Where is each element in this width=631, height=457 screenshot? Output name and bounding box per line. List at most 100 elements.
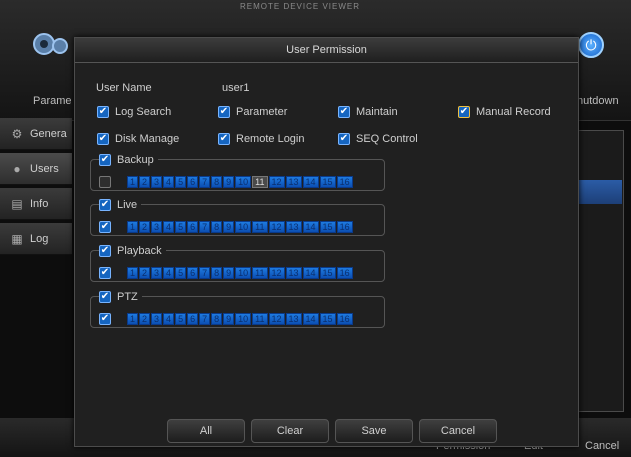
channel-1-toggle[interactable]: 1 bbox=[127, 221, 139, 233]
group-title[interactable]: ✔ PTZ bbox=[99, 291, 142, 303]
group-title[interactable]: ✔ Playback bbox=[99, 245, 166, 257]
perm-remote-login[interactable]: ✔ Remote Login bbox=[218, 133, 305, 145]
sidebar-item-users[interactable]: ● Users bbox=[0, 153, 72, 185]
channel-7-toggle[interactable]: 7 bbox=[199, 221, 211, 233]
channel-14-toggle[interactable]: 14 bbox=[302, 313, 319, 325]
channel-8-toggle[interactable]: 8 bbox=[211, 313, 223, 325]
channel-14-toggle[interactable]: 14 bbox=[302, 176, 319, 188]
checkbox-checked-icon[interactable]: ✔ bbox=[338, 106, 350, 118]
channel-15-toggle[interactable]: 15 bbox=[319, 221, 336, 233]
channel-5-toggle[interactable]: 5 bbox=[175, 313, 187, 325]
channel-16-toggle[interactable]: 16 bbox=[336, 221, 353, 233]
channel-4-toggle[interactable]: 4 bbox=[163, 313, 175, 325]
checkbox-checked-icon[interactable]: ✔ bbox=[97, 133, 109, 145]
checkbox-checked-icon[interactable]: ✔ bbox=[99, 245, 111, 257]
checkbox-checked-icon[interactable]: ✔ bbox=[99, 221, 111, 233]
channel-9-toggle[interactable]: 9 bbox=[223, 176, 235, 188]
channel-10-toggle[interactable]: 10 bbox=[235, 267, 252, 279]
checkbox-checked-icon[interactable]: ✔ bbox=[218, 106, 230, 118]
checkbox-checked-icon[interactable]: ✔ bbox=[99, 313, 111, 325]
clear-button[interactable]: Clear bbox=[251, 419, 329, 443]
cancel-bg-button[interactable]: Cancel bbox=[585, 440, 619, 452]
checkbox-checked-icon[interactable]: ✔ bbox=[218, 133, 230, 145]
sidebar-item-log[interactable]: ▦ Log bbox=[0, 223, 72, 255]
channel-15-toggle[interactable]: 15 bbox=[319, 176, 336, 188]
channel-5-toggle[interactable]: 5 bbox=[175, 267, 187, 279]
channel-7-toggle[interactable]: 7 bbox=[199, 313, 211, 325]
channel-3-toggle[interactable]: 3 bbox=[151, 176, 163, 188]
perm-seq-control[interactable]: ✔ SEQ Control bbox=[338, 133, 418, 145]
channel-15-toggle[interactable]: 15 bbox=[319, 313, 336, 325]
channel-14-toggle[interactable]: 14 bbox=[302, 267, 319, 279]
user-list-selected-row[interactable] bbox=[575, 180, 622, 204]
checkbox-checked-icon[interactable]: ✔ bbox=[99, 291, 111, 303]
save-button[interactable]: Save bbox=[335, 419, 413, 443]
all-button[interactable]: All bbox=[167, 419, 245, 443]
channel-13-toggle[interactable]: 13 bbox=[285, 267, 302, 279]
channel-7-toggle[interactable]: 7 bbox=[199, 267, 211, 279]
channel-9-toggle[interactable]: 9 bbox=[223, 267, 235, 279]
channel-4-toggle[interactable]: 4 bbox=[163, 221, 175, 233]
channel-13-toggle[interactable]: 13 bbox=[285, 176, 302, 188]
channel-12-toggle[interactable]: 12 bbox=[268, 221, 285, 233]
checkbox-unchecked-icon[interactable] bbox=[99, 176, 111, 188]
channel-8-toggle[interactable]: 8 bbox=[211, 176, 223, 188]
channel-15-toggle[interactable]: 15 bbox=[319, 267, 336, 279]
channel-1-toggle[interactable]: 1 bbox=[127, 313, 139, 325]
checkbox-checked-icon[interactable]: ✔ bbox=[99, 267, 111, 279]
perm-log-search[interactable]: ✔ Log Search bbox=[97, 106, 171, 118]
perm-disk-manage[interactable]: ✔ Disk Manage bbox=[97, 133, 179, 145]
channel-6-toggle[interactable]: 6 bbox=[187, 267, 199, 279]
checkbox-checked-icon[interactable]: ✔ bbox=[338, 133, 350, 145]
channel-6-toggle[interactable]: 6 bbox=[187, 221, 199, 233]
checkbox-checked-icon[interactable]: ✔ bbox=[458, 106, 470, 118]
channel-12-toggle[interactable]: 12 bbox=[268, 176, 285, 188]
channel-2-toggle[interactable]: 2 bbox=[139, 176, 151, 188]
channel-8-toggle[interactable]: 8 bbox=[211, 221, 223, 233]
channel-2-toggle[interactable]: 2 bbox=[139, 221, 151, 233]
perm-maintain[interactable]: ✔ Maintain bbox=[338, 106, 398, 118]
channel-5-toggle[interactable]: 5 bbox=[175, 176, 187, 188]
power-icon[interactable]: ⏻ bbox=[578, 32, 604, 58]
parameter-label[interactable]: Parame bbox=[33, 95, 72, 107]
channel-13-toggle[interactable]: 13 bbox=[285, 221, 302, 233]
shutdown-label[interactable]: hutdown bbox=[577, 95, 619, 107]
channel-1-toggle[interactable]: 1 bbox=[127, 267, 139, 279]
channel-2-toggle[interactable]: 2 bbox=[139, 313, 151, 325]
channel-9-toggle[interactable]: 9 bbox=[223, 313, 235, 325]
channel-4-toggle[interactable]: 4 bbox=[163, 267, 175, 279]
channel-12-toggle[interactable]: 12 bbox=[268, 313, 285, 325]
channel-8-toggle[interactable]: 8 bbox=[211, 267, 223, 279]
group-title[interactable]: ✔ Live bbox=[99, 199, 142, 211]
channel-6-toggle[interactable]: 6 bbox=[187, 176, 199, 188]
channel-13-toggle[interactable]: 13 bbox=[285, 313, 302, 325]
channel-3-toggle[interactable]: 3 bbox=[151, 313, 163, 325]
channel-12-toggle[interactable]: 12 bbox=[268, 267, 285, 279]
perm-parameter[interactable]: ✔ Parameter bbox=[218, 106, 287, 118]
channel-9-toggle[interactable]: 9 bbox=[223, 221, 235, 233]
channel-7-toggle[interactable]: 7 bbox=[199, 176, 211, 188]
cancel-button[interactable]: Cancel bbox=[419, 419, 497, 443]
channel-16-toggle[interactable]: 16 bbox=[336, 313, 353, 325]
channel-11-toggle[interactable]: 11 bbox=[252, 221, 268, 233]
channel-10-toggle[interactable]: 10 bbox=[235, 221, 252, 233]
channel-6-toggle[interactable]: 6 bbox=[187, 313, 199, 325]
channel-11-toggle[interactable]: 11 bbox=[252, 313, 268, 325]
checkbox-checked-icon[interactable]: ✔ bbox=[97, 106, 109, 118]
sidebar-item-info[interactable]: ▤ Info bbox=[0, 188, 72, 220]
checkbox-checked-icon[interactable]: ✔ bbox=[99, 154, 111, 166]
channel-2-toggle[interactable]: 2 bbox=[139, 267, 151, 279]
channel-3-toggle[interactable]: 3 bbox=[151, 267, 163, 279]
checkbox-checked-icon[interactable]: ✔ bbox=[99, 199, 111, 211]
channel-10-toggle[interactable]: 10 bbox=[235, 313, 252, 325]
channel-16-toggle[interactable]: 16 bbox=[336, 267, 353, 279]
perm-manual-record[interactable]: ✔ Manual Record bbox=[458, 106, 551, 118]
channel-1-toggle[interactable]: 1 bbox=[127, 176, 139, 188]
sidebar-item-general[interactable]: ⚙ Genera bbox=[0, 118, 72, 150]
channel-3-toggle[interactable]: 3 bbox=[151, 221, 163, 233]
channel-14-toggle[interactable]: 14 bbox=[302, 221, 319, 233]
channel-16-toggle[interactable]: 16 bbox=[336, 176, 353, 188]
channel-11-toggle[interactable]: 11 bbox=[252, 267, 268, 279]
channel-11-toggle[interactable]: 11 bbox=[252, 176, 268, 188]
channel-4-toggle[interactable]: 4 bbox=[163, 176, 175, 188]
